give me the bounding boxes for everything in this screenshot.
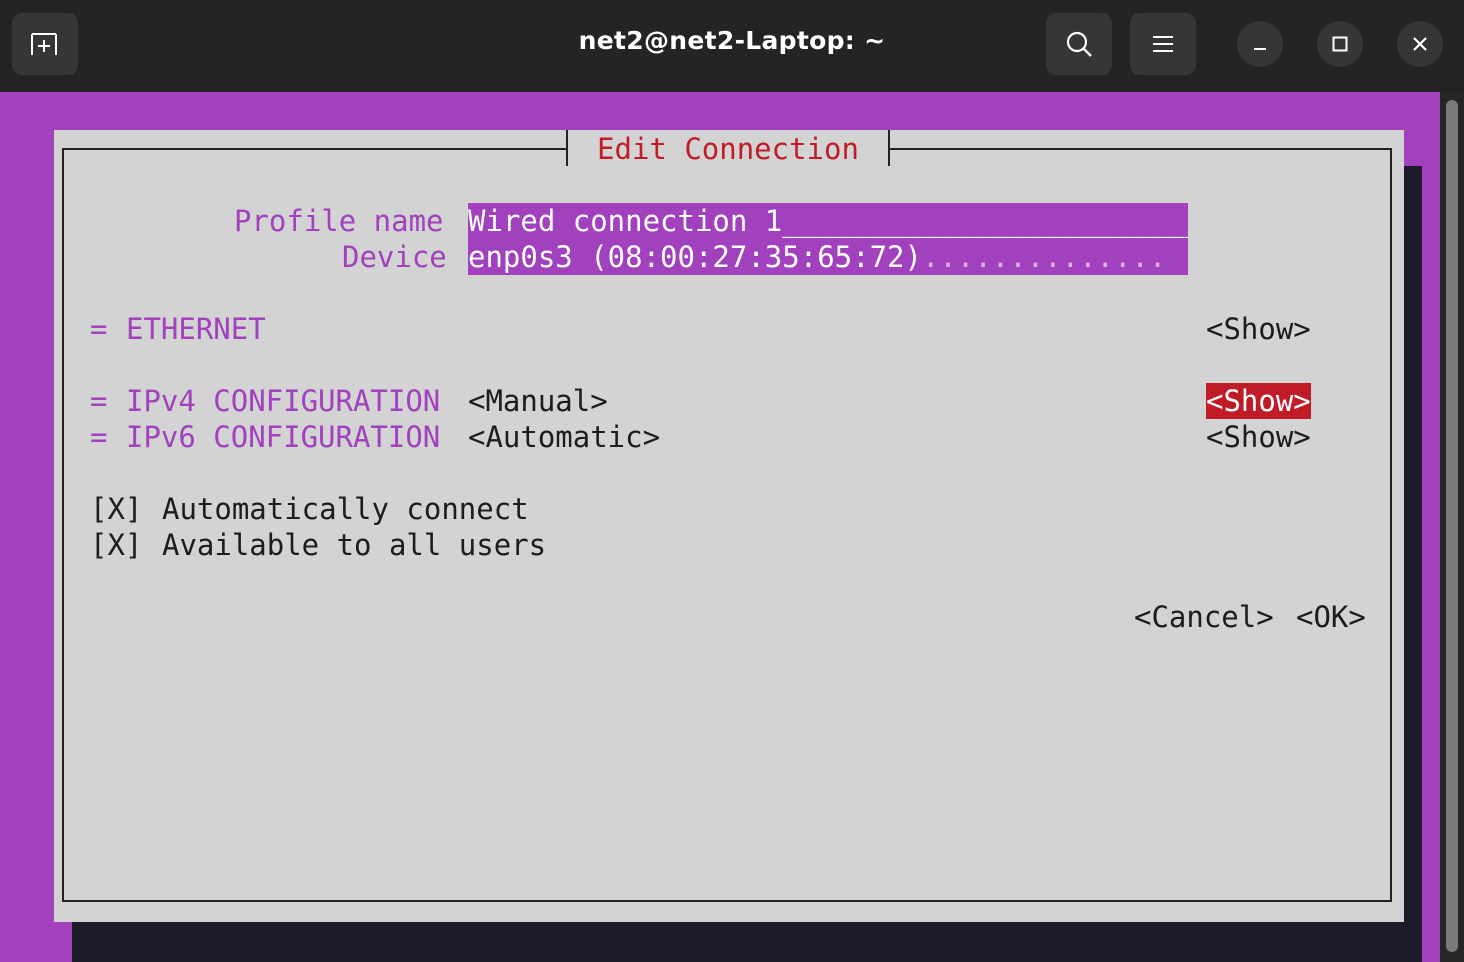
maximize-button[interactable] (1317, 21, 1363, 67)
ipv6-method-dropdown[interactable]: <Automatic> (468, 419, 660, 455)
ethernet-section-label: ETHERNET (126, 312, 266, 346)
auto-connect-label: Automatically connect (162, 492, 529, 526)
device-value: enp0s3 (08:00:27:35:65:72) (468, 240, 922, 274)
auto-connect-checkbox[interactable]: [X] (90, 491, 142, 527)
scrollbar-thumb[interactable] (1446, 100, 1458, 952)
ipv4-section-label: IPv4 CONFIGURATION (126, 384, 441, 418)
ipv6-show-button[interactable]: <Show> (1206, 419, 1311, 455)
ethernet-prefix: = (90, 312, 108, 346)
profile-name-fill: ________________________ (782, 204, 1188, 238)
minimize-icon (1254, 48, 1266, 50)
ipv4-prefix: = (90, 384, 108, 418)
dialog-shadow-bottom (72, 922, 1422, 962)
device-label: Device (342, 240, 447, 274)
minimize-button[interactable] (1237, 21, 1283, 67)
ok-button[interactable]: <OK> (1296, 599, 1366, 635)
profile-name-input[interactable]: Wired connection 1______________________… (468, 203, 1188, 239)
close-button[interactable] (1397, 21, 1443, 67)
close-icon (1413, 37, 1427, 51)
title-bar: net2@net2-Laptop: ~ (0, 0, 1464, 92)
menu-button[interactable] (1130, 13, 1196, 75)
ipv6-section-label: IPv6 CONFIGURATION (126, 420, 441, 454)
ipv4-method-dropdown[interactable]: <Manual> (468, 383, 608, 419)
device-input[interactable]: enp0s3 (08:00:27:35:65:72).............. (468, 239, 1188, 275)
device-fill: .............. (921, 240, 1167, 274)
ipv6-prefix: = (90, 420, 108, 454)
profile-name-value: Wired connection 1 (468, 204, 783, 238)
ipv4-show-button[interactable]: <Show> (1206, 383, 1311, 419)
maximize-icon (1332, 36, 1348, 52)
profile-name-label: Profile name (234, 204, 444, 238)
search-icon (1066, 31, 1092, 57)
all-users-label: Available to all users (162, 528, 547, 562)
cancel-button[interactable]: <Cancel> (1134, 599, 1274, 635)
dialog-shadow-right (1404, 166, 1422, 962)
edit-connection-dialog: Edit Connection Profile name Wired conne… (54, 130, 1404, 922)
hamburger-menu-icon (1153, 36, 1173, 52)
dialog-title: Edit Connection (566, 130, 890, 166)
ethernet-show-button[interactable]: <Show> (1206, 311, 1311, 347)
search-button[interactable] (1046, 13, 1112, 75)
all-users-checkbox[interactable]: [X] (90, 527, 142, 563)
